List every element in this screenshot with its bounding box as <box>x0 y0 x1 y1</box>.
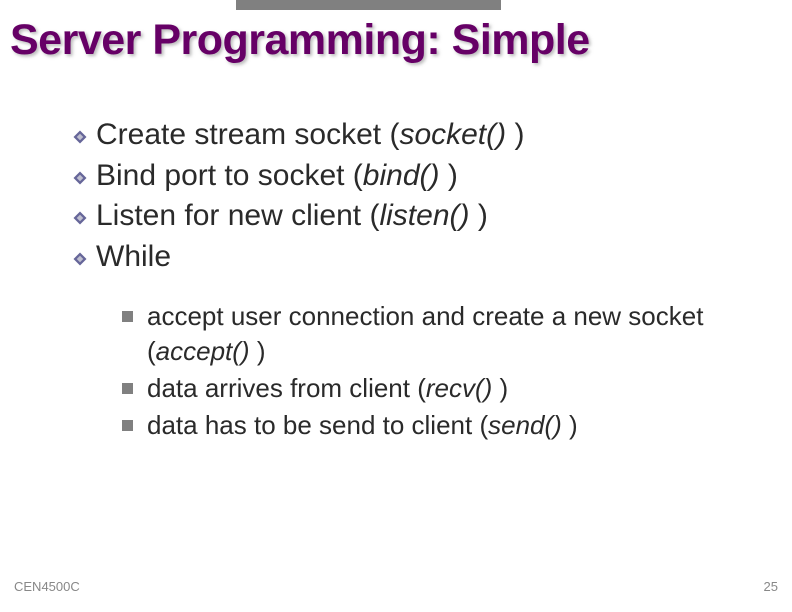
function-name: send() <box>488 410 562 440</box>
bullet-item-1: Create stream socket (socket() ) <box>72 115 752 156</box>
bullet-text: Bind port to socket (bind() ) <box>96 156 458 197</box>
text-post: ) <box>562 410 578 440</box>
slide-title: Server Programming: Simple <box>10 16 590 65</box>
sub-bullet-text: accept user connection and create a new … <box>147 299 752 369</box>
bullet-item-2: Bind port to socket (bind() ) <box>72 156 752 197</box>
text-pre: data has to be send to client ( <box>147 410 488 440</box>
sub-bullet-text: data arrives from client (recv() ) <box>147 371 752 406</box>
function-name: accept() <box>156 336 250 366</box>
text-post: ) <box>492 373 508 403</box>
square-bullet-icon <box>122 420 133 431</box>
sub-bullet-text: data has to be send to client (send() ) <box>147 408 752 443</box>
square-bullet-icon <box>122 383 133 394</box>
sub-bullets-group: accept user connection and create a new … <box>72 299 752 443</box>
bullet-text: While <box>96 237 171 278</box>
text-pre: Bind port to socket ( <box>96 159 363 192</box>
footer-left: CEN4500C <box>14 579 80 594</box>
sub-bullet-item-2: data arrives from client (recv() ) <box>122 371 752 406</box>
function-name: bind() <box>363 159 440 192</box>
function-name: listen() <box>379 199 469 232</box>
sub-bullet-item-1: accept user connection and create a new … <box>122 299 752 369</box>
text-post: ) <box>250 336 266 366</box>
function-name: recv() <box>426 373 492 403</box>
square-bullet-icon <box>122 311 133 322</box>
diamond-bullet-icon <box>72 170 88 186</box>
slide-number: 25 <box>764 579 778 594</box>
diamond-bullet-icon <box>72 251 88 267</box>
slide-content: Create stream socket (socket() ) Bind po… <box>72 115 752 443</box>
text-pre: Create stream socket ( <box>96 118 399 151</box>
bullet-text: Create stream socket (socket() ) <box>96 115 524 156</box>
text-post: ) <box>469 199 487 232</box>
function-name: socket() <box>399 118 506 151</box>
sub-bullet-item-3: data has to be send to client (send() ) <box>122 408 752 443</box>
text-pre: data arrives from client ( <box>147 373 426 403</box>
text-post: ) <box>506 118 524 151</box>
bullet-item-4: While <box>72 237 752 278</box>
text-post: ) <box>440 159 458 192</box>
diamond-bullet-icon <box>72 129 88 145</box>
text-pre: Listen for new client ( <box>96 199 379 232</box>
slide-footer: CEN4500C 25 <box>14 579 778 594</box>
decorative-top-bar <box>236 0 501 10</box>
diamond-bullet-icon <box>72 210 88 226</box>
bullet-text: Listen for new client (listen() ) <box>96 196 488 237</box>
bullet-item-3: Listen for new client (listen() ) <box>72 196 752 237</box>
